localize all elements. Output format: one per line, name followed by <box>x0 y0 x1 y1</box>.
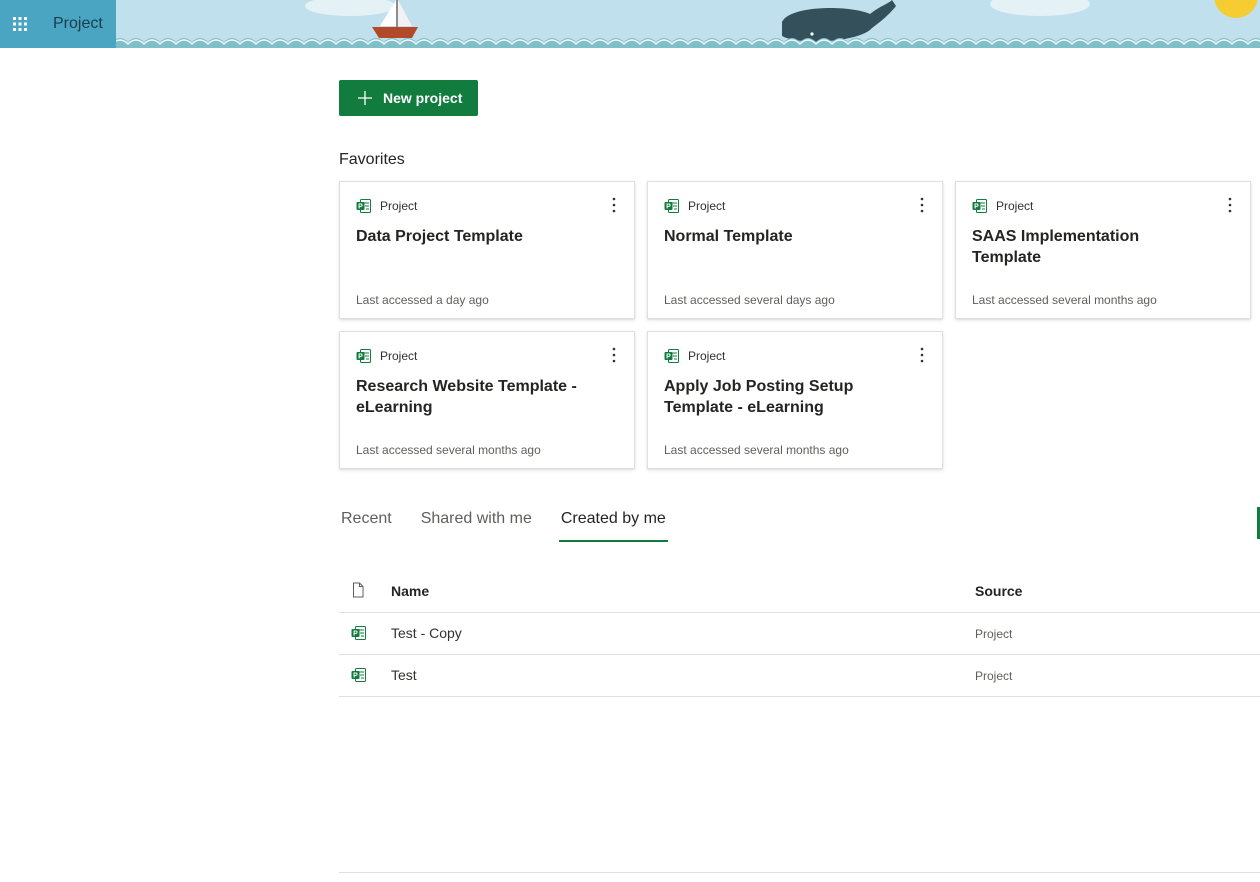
card-last-accessed: Last accessed several days ago <box>664 293 835 307</box>
project-file-icon: P <box>356 349 371 363</box>
card-last-accessed: Last accessed several months ago <box>356 443 541 457</box>
card-type: P Project <box>972 198 1033 214</box>
svg-text:P: P <box>974 204 979 211</box>
card-title: Normal Template <box>664 228 793 245</box>
card-type-label: Project <box>996 199 1034 213</box>
more-options-icon[interactable] <box>916 196 928 214</box>
bottom-divider <box>339 872 1260 873</box>
tab-created-by-me[interactable]: Created by me <box>558 508 668 542</box>
favorite-card[interactable]: P Project Data Project Template Last acc… <box>339 181 635 319</box>
app-launcher-icon <box>13 17 27 31</box>
more-options-icon[interactable] <box>1224 196 1236 214</box>
project-file-icon: P <box>972 199 987 213</box>
project-file-icon: P <box>664 199 679 213</box>
svg-text:P: P <box>358 354 363 361</box>
card-last-accessed: Last accessed several months ago <box>972 293 1157 307</box>
plus-icon <box>358 91 372 105</box>
svg-text:P: P <box>358 204 363 211</box>
card-type-label: Project <box>380 199 418 213</box>
new-project-label: New project <box>383 90 463 106</box>
table-row[interactable]: P Test Project <box>339 655 1260 697</box>
more-options-icon[interactable] <box>608 346 620 364</box>
card-type-label: Project <box>688 349 726 363</box>
row-name[interactable]: Test - Copy <box>391 625 462 641</box>
column-header-source[interactable]: Source <box>975 583 1022 599</box>
app-launcher-button[interactable] <box>0 0 40 48</box>
svg-text:P: P <box>666 204 671 211</box>
card-type: P Project <box>664 348 725 364</box>
project-file-icon: P <box>351 626 366 640</box>
more-options-icon[interactable] <box>916 346 928 364</box>
more-options-icon[interactable] <box>608 196 620 214</box>
app-name[interactable]: Project <box>53 15 103 33</box>
favorite-card[interactable]: P Project Normal Template Last accessed … <box>647 181 943 319</box>
row-source: Project <box>975 627 1013 641</box>
card-type: P Project <box>664 198 725 214</box>
project-file-icon: P <box>356 199 371 213</box>
card-type-label: Project <box>688 199 726 213</box>
new-project-button[interactable]: New project <box>339 80 478 116</box>
project-file-icon: P <box>664 349 679 363</box>
row-source: Project <box>975 669 1013 683</box>
card-last-accessed: Last accessed several months ago <box>664 443 849 457</box>
svg-text:P: P <box>353 631 358 638</box>
card-last-accessed: Last accessed a day ago <box>356 293 489 307</box>
table-row[interactable]: P Test - Copy Project <box>339 613 1260 655</box>
svg-text:P: P <box>666 354 671 361</box>
tab-shared-with-me[interactable]: Shared with me <box>419 508 534 542</box>
card-title: SAAS Implementation Template <box>972 228 1140 266</box>
row-name[interactable]: Test <box>391 667 417 683</box>
favorites-heading: Favorites <box>339 151 405 168</box>
favorite-card[interactable]: P Project SAAS Implementation Template L… <box>955 181 1251 319</box>
header-banner: Project <box>0 0 1260 48</box>
card-type: P Project <box>356 348 417 364</box>
card-title: Research Website Template - eLearning <box>356 378 577 416</box>
project-tabs: Recent Shared with me Created by me <box>339 508 693 542</box>
favorite-card[interactable]: P Project Research Website Template - eL… <box>339 331 635 469</box>
app-tile: Project <box>0 0 116 48</box>
column-header-name[interactable]: Name <box>391 583 429 599</box>
table-header: Name Source <box>339 570 1260 613</box>
card-type-label: Project <box>380 349 418 363</box>
ocean-illustration <box>0 0 1260 48</box>
svg-text:P: P <box>353 673 358 680</box>
project-file-icon: P <box>351 668 366 682</box>
card-type: P Project <box>356 198 417 214</box>
card-title: Data Project Template <box>356 228 523 245</box>
tab-recent[interactable]: Recent <box>339 508 394 542</box>
projects-table: Name Source P Test - Copy Project P Test… <box>339 570 1260 697</box>
file-type-icon <box>353 582 364 598</box>
favorite-card[interactable]: P Project Apply Job Posting Setup Templa… <box>647 331 943 469</box>
card-title: Apply Job Posting Setup Template - eLear… <box>664 378 854 416</box>
